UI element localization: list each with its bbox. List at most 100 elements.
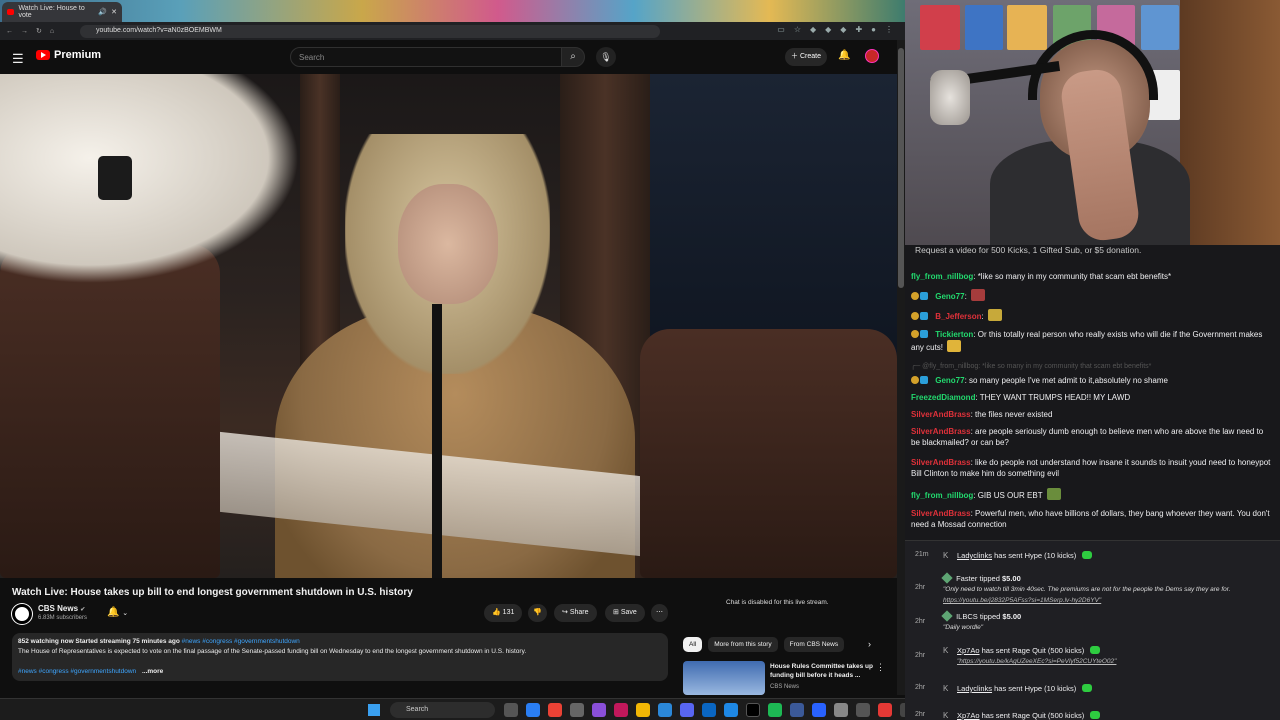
- badge-icon: [911, 376, 919, 384]
- event-body: Ladyclinks has sent Hype (10 kicks): [957, 551, 1277, 561]
- recommended-video-title[interactable]: House Rules Committee takes up funding b…: [770, 662, 875, 680]
- event-link[interactable]: "https://youtu.be/kAgUZeeXEc?si=PeVlyf52…: [957, 658, 1116, 665]
- profile-icon[interactable]: ●: [871, 25, 876, 34]
- app-icon[interactable]: [856, 703, 870, 717]
- badge-icon: [911, 312, 919, 320]
- browser-tab[interactable]: Watch Live: House to vote 🔊 ✕: [2, 2, 122, 22]
- event-item-name: Hype (10 kicks): [1024, 684, 1077, 693]
- video-title: Watch Live: House takes up bill to end l…: [12, 587, 413, 598]
- spotify-icon[interactable]: [768, 703, 782, 717]
- hamburger-menu-icon[interactable]: ☰: [12, 51, 24, 67]
- tab-close-icon[interactable]: ✕: [111, 8, 117, 16]
- extension-icon[interactable]: ◆: [825, 25, 831, 34]
- event-username[interactable]: Faster: [956, 574, 977, 583]
- channel-name[interactable]: CBS News ✔: [38, 604, 85, 613]
- chat-username[interactable]: Tickierton: [935, 330, 973, 339]
- chrome-icon[interactable]: [548, 703, 562, 717]
- app-icon[interactable]: [878, 703, 892, 717]
- discord-icon[interactable]: [680, 703, 694, 717]
- browser-menu-icon[interactable]: ⋮: [885, 25, 893, 34]
- search-button[interactable]: ⌕: [561, 47, 585, 67]
- app-icon[interactable]: [834, 703, 848, 717]
- share-icon: ↪: [562, 609, 568, 616]
- dislike-button[interactable]: 👎: [528, 604, 547, 622]
- channel-avatar[interactable]: [12, 604, 32, 624]
- chat-username[interactable]: Geno77: [935, 292, 964, 301]
- extension-icon[interactable]: ◆: [840, 25, 846, 34]
- notifications-bell-icon[interactable]: 🔔: [838, 50, 850, 61]
- install-icon[interactable]: ▭: [777, 25, 785, 34]
- create-button[interactable]: ＋ Create: [785, 48, 827, 66]
- chip-all[interactable]: All: [683, 637, 703, 652]
- event-item-name: Rage Quit (500 kicks): [1012, 711, 1085, 720]
- chat-username[interactable]: fly_from_nillbog: [911, 272, 973, 281]
- share-button[interactable]: ↪ Share: [554, 604, 597, 622]
- taskbar-search[interactable]: Search: [390, 702, 495, 718]
- bookmark-star-icon[interactable]: ☆: [794, 25, 801, 34]
- video-description[interactable]: 852 watching now Started streaming 75 mi…: [12, 633, 668, 681]
- app-icon[interactable]: [746, 703, 760, 717]
- video-player[interactable]: [0, 74, 897, 578]
- recommended-video-thumbnail[interactable]: [683, 661, 765, 695]
- chat-username[interactable]: B_Jefferson: [935, 312, 981, 321]
- app-icon[interactable]: [526, 703, 540, 717]
- extension-icon[interactable]: ◆: [810, 25, 816, 34]
- app-icon[interactable]: [702, 703, 716, 717]
- chat-username[interactable]: SilverAndBrass: [911, 410, 971, 419]
- chevron-down-icon: ⌄: [122, 610, 129, 617]
- reload-icon[interactable]: ↻: [36, 27, 42, 35]
- more-actions-button[interactable]: ⋯: [651, 604, 668, 622]
- scrollbar-thumb[interactable]: [898, 48, 904, 288]
- back-icon[interactable]: ←: [6, 28, 13, 35]
- windows-start-icon[interactable]: [368, 704, 380, 716]
- account-avatar[interactable]: [865, 49, 879, 63]
- app-icon[interactable]: [614, 703, 628, 717]
- event-username[interactable]: Ladyclinks: [957, 551, 992, 560]
- task-view-icon[interactable]: [504, 703, 518, 717]
- app-icon[interactable]: [790, 703, 804, 717]
- event-username[interactable]: Xp7Ao: [957, 711, 980, 720]
- search-input[interactable]: Search: [290, 47, 562, 67]
- youtube-logo-icon: [36, 50, 50, 60]
- app-icon[interactable]: [658, 703, 672, 717]
- chat-username[interactable]: Geno77: [935, 376, 964, 385]
- chat-username[interactable]: SilverAndBrass: [911, 509, 971, 518]
- channel-subscribers: 6.83M subscribers: [38, 615, 88, 621]
- like-button[interactable]: 👍 131: [484, 604, 523, 622]
- address-bar[interactable]: youtube.com/watch?v=aN0zBOEMBWM: [80, 25, 660, 38]
- video-phone: [98, 156, 132, 200]
- chevron-right-icon[interactable]: ›: [868, 639, 871, 649]
- chat-username[interactable]: fly_from_nillbog: [911, 491, 973, 500]
- app-icon[interactable]: [812, 703, 826, 717]
- app-icon[interactable]: [570, 703, 584, 717]
- home-icon[interactable]: ⌂: [50, 28, 54, 35]
- voice-search-button[interactable]: 🎙: [596, 47, 616, 67]
- show-more-link[interactable]: ...more: [142, 668, 163, 675]
- chip-from-cbs-news[interactable]: From CBS News: [783, 637, 845, 652]
- chat-username[interactable]: SilverAndBrass: [911, 427, 971, 436]
- save-button[interactable]: ⊞ Save: [605, 604, 645, 622]
- app-icon[interactable]: [592, 703, 606, 717]
- event-action: has sent: [981, 711, 1010, 720]
- event-username[interactable]: Xp7Ao: [957, 646, 980, 655]
- event-link[interactable]: https://youtu.be/j2832P5AFss?si=1MSerp.l…: [943, 597, 1101, 604]
- event-username[interactable]: ILBCS: [956, 612, 978, 621]
- subscription-bell-button[interactable]: 🔔 ⌄: [107, 607, 128, 618]
- page-scrollbar[interactable]: [897, 40, 905, 695]
- emote-icon: [1046, 488, 1061, 500]
- more-vertical-icon[interactable]: ⋮: [876, 662, 885, 673]
- description-tags[interactable]: #news #congress #governmentshutdown: [18, 668, 136, 675]
- chat-username[interactable]: SilverAndBrass: [911, 458, 971, 467]
- extensions-puzzle-icon[interactable]: ✚: [855, 25, 862, 34]
- app-icon[interactable]: [724, 703, 738, 717]
- event-username[interactable]: Ladyclinks: [957, 684, 992, 693]
- file-explorer-icon[interactable]: [636, 703, 650, 717]
- chip-more-from-story[interactable]: More from this story: [708, 637, 778, 652]
- youtube-premium-logo[interactable]: Premium: [36, 49, 101, 61]
- forward-icon[interactable]: →: [21, 28, 28, 35]
- chat-username[interactable]: FreezedDiamond: [911, 393, 975, 402]
- badge-icon: [920, 292, 928, 300]
- tab-audio-icon[interactable]: 🔊: [98, 8, 107, 16]
- emote-icon: [971, 289, 986, 301]
- channel-name-text: CBS News: [38, 604, 79, 613]
